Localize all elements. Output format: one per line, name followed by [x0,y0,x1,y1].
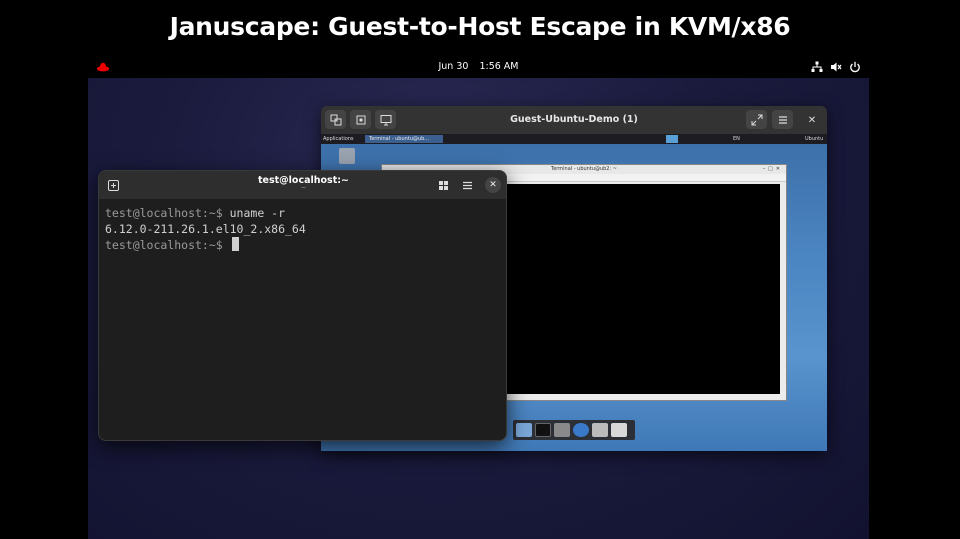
guest-dock [513,420,635,440]
host-menu-button[interactable] [459,177,475,193]
browser-icon[interactable] [573,423,589,437]
guest-window-controls[interactable]: –□✕ [763,165,783,174]
shell-command [223,238,230,252]
host-terminal-header[interactable]: test@localhost:~ ~ ✕ [99,171,506,199]
folder-icon[interactable] [611,423,627,437]
volume-muted-icon[interactable] [830,61,842,73]
time-label: 1:56 AM [479,61,519,72]
fullscreen-icon [751,114,762,125]
guest-applications-menu[interactable]: Applications [323,136,354,142]
guest-taskbar-item[interactable]: Terminal - ubuntu@ub... [365,135,443,143]
shell-command: uname -r [222,206,286,220]
clock[interactable]: Jun 30 1:56 AM [88,61,869,72]
vm-window-header[interactable]: Guest-Ubuntu-Demo (1) ✕ [321,106,827,134]
guest-workspace-indicator[interactable] [666,135,678,143]
host-close-button[interactable]: ✕ [485,177,501,193]
vm-menu-button[interactable] [772,110,793,129]
vm-close-button[interactable]: ✕ [804,112,820,128]
guest-terminal-title: Terminal - ubuntu@ub2: ~ [551,166,617,172]
terminal-line: 6.12.0-211.26.1.el10_2.x86_64 [105,221,500,237]
terminal-icon[interactable] [535,423,551,437]
guest-top-panel: Applications Terminal - ubuntu@ub... EN … [321,134,827,144]
show-desktop-icon[interactable] [516,423,532,437]
power-icon[interactable] [849,61,861,73]
gnome-top-bar: Jun 30 1:56 AM [88,56,869,78]
grid-icon [438,180,448,190]
host-desktop: Jun 30 1:56 AM Guest-Ubuntu-Demo (1) ✕ A… [88,56,869,539]
hamburger-menu-icon [778,115,787,124]
tab-overview-button[interactable] [435,177,451,193]
guest-keyboard-layout[interactable]: EN [733,136,740,142]
shell-prompt: test@localhost:~$ [105,238,223,252]
vm-fullscreen-button[interactable] [746,110,767,129]
files-icon[interactable] [554,423,570,437]
system-tray[interactable] [811,61,861,73]
host-terminal-output[interactable]: test@localhost:~$ uname -r 6.12.0-211.26… [105,205,500,434]
terminal-cursor [231,237,239,251]
guest-desktop-icon[interactable] [339,148,355,164]
search-icon[interactable] [592,423,608,437]
terminal-line: test@localhost:~$ uname -r [105,205,500,221]
shell-prompt: test@localhost:~$ [105,206,223,220]
command-output: 6.12.0-211.26.1.el10_2.x86_64 [105,222,306,236]
date-label: Jun 30 [438,61,469,72]
hamburger-menu-icon [462,181,472,189]
slide-title: Januscape: Guest-to-Host Escape in KVM/x… [169,12,791,41]
close-icon: ✕ [489,180,497,190]
terminal-line: test@localhost:~$ [105,237,500,253]
network-icon[interactable] [811,61,823,73]
host-terminal-window[interactable]: test@localhost:~ ~ ✕ test@localhost:~$ u… [98,170,507,441]
close-icon: ✕ [807,114,817,126]
guest-user-menu[interactable]: Ubuntu [805,136,823,142]
